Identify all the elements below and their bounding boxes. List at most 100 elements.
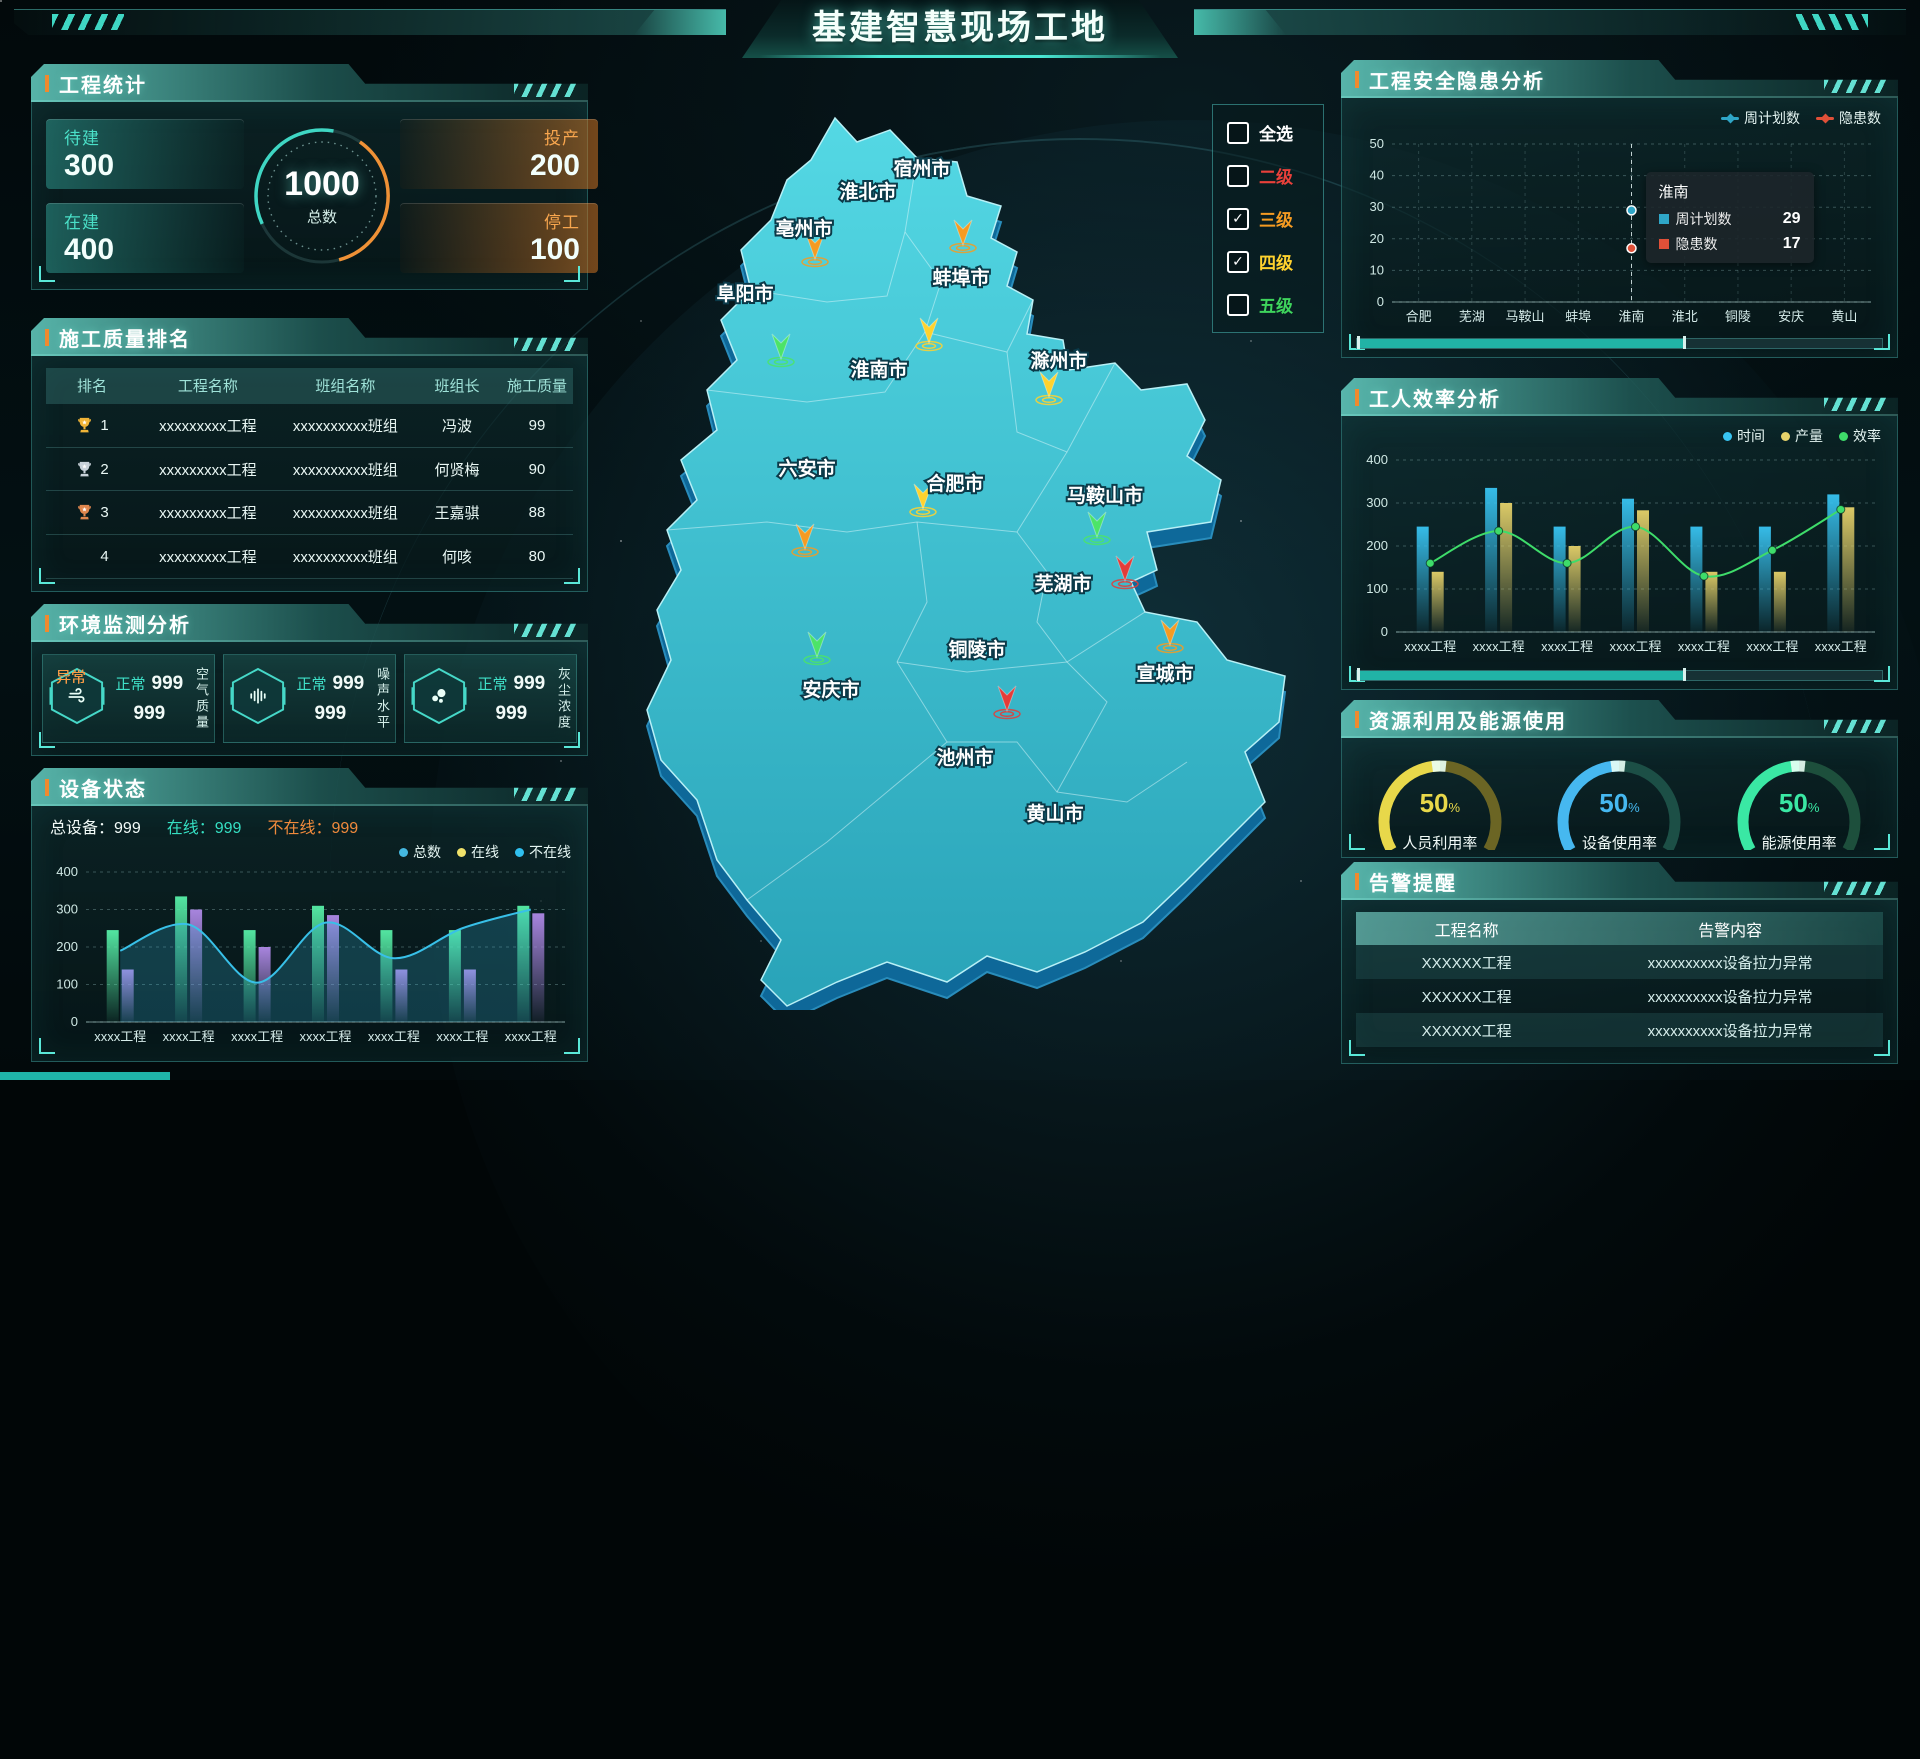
tooltip-series-name: 周计划数 — [1676, 209, 1732, 229]
stat-label: 投产 — [544, 124, 580, 149]
filter-option-全选[interactable]: 全选 — [1213, 111, 1323, 154]
map-city-label-铜陵市[interactable]: 铜陵市 — [948, 638, 1005, 661]
svg-text:合肥: 合肥 — [1406, 309, 1432, 324]
alarm-content-cell: xxxxxxxxxx设备拉力异常 — [1577, 1020, 1883, 1041]
legend-item-产量[interactable]: 产量 — [1781, 426, 1823, 446]
project-name-cell: xxxxxxxxx工程 — [138, 415, 278, 436]
svg-text:xxxx工程: xxxx工程 — [368, 1029, 420, 1044]
datazoom-handle[interactable] — [1683, 336, 1686, 349]
leader-cell: 何咳 — [413, 546, 501, 567]
datazoom-slider[interactable] — [1356, 670, 1883, 681]
legend-item-在线[interactable]: 在线 — [457, 842, 499, 862]
legend-item-不在线[interactable]: 不在线 — [515, 842, 571, 862]
map-city-label-宣城市[interactable]: 宣城市 — [1136, 662, 1193, 685]
page-title: 基建智慧现场工地 — [742, 0, 1178, 56]
panel-header: 设备状态 — [31, 768, 588, 806]
panel-body: 工程名称告警内容XXXXXX工程xxxxxxxxxx设备拉力异常XXXXXX工程… — [1341, 900, 1898, 1064]
device-stat-在线: 在线：999 — [167, 814, 242, 838]
datazoom-handle[interactable] — [1357, 668, 1360, 681]
slashes-icon — [1796, 14, 1868, 30]
alarm-row: XXXXXX工程xxxxxxxxxx设备拉力异常 — [1356, 1013, 1883, 1047]
project-name-cell: xxxxxxxxx工程 — [138, 459, 278, 480]
filter-option-二级[interactable]: 二级 — [1213, 154, 1323, 197]
table-row: 1xxxxxxxxx工程xxxxxxxxxx班组冯波99 — [46, 404, 573, 448]
tooltip-title: 淮南 — [1659, 181, 1801, 202]
legend-diamond-icon — [1725, 113, 1735, 123]
map-city-label-淮北市[interactable]: 淮北市 — [839, 180, 896, 203]
score-cell: 90 — [501, 461, 573, 478]
legend-item-总数[interactable]: 总数 — [399, 842, 441, 862]
panel-project-stats: 工程统计 待建300在建4001000总数投产200停工100 — [31, 64, 588, 290]
device-stat-label: 在线： — [167, 820, 215, 837]
datazoom-handle[interactable] — [1357, 336, 1360, 349]
safety-chart: 01020304050合肥芜湖马鞍山蚌埠淮南淮北铜陵安庆黄山淮南周计划数29隐患… — [1356, 134, 1883, 330]
legend-label: 总数 — [413, 842, 441, 862]
panel-title: 环境监测分析 — [59, 609, 191, 638]
checkbox-icon[interactable]: ✓ — [1227, 251, 1249, 273]
gauge-value: 50% — [1531, 788, 1707, 819]
filter-label: 全选 — [1259, 120, 1293, 145]
map-city-label-宿州市[interactable]: 宿州市 — [893, 157, 950, 180]
legend-diamond-icon — [1820, 113, 1830, 123]
map-city-label-马鞍山市[interactable]: 马鞍山市 — [1067, 484, 1143, 507]
map-city-label-淮南市[interactable]: 淮南市 — [850, 358, 907, 381]
donut-total-value: 1000 — [284, 165, 360, 204]
map-city-label-安庆市[interactable]: 安庆市 — [802, 678, 859, 701]
filter-option-四级[interactable]: ✓四级 — [1213, 240, 1323, 283]
legend-label: 不在线 — [529, 842, 571, 862]
legend-dot-icon — [457, 848, 466, 857]
datazoom-fill[interactable] — [1357, 671, 1683, 680]
gauge-label: 设备使用率 — [1531, 832, 1707, 853]
map-city-label-芜湖市[interactable]: 芜湖市 — [1034, 572, 1091, 595]
rank-cell: 4 — [46, 548, 138, 565]
legend-item-时间[interactable]: 时间 — [1723, 426, 1765, 446]
map-city-label-蚌埠市[interactable]: 蚌埠市 — [932, 266, 989, 289]
svg-text:0: 0 — [1381, 624, 1388, 639]
svg-text:0: 0 — [1377, 294, 1384, 309]
panel-safety-analysis: 工程安全隐患分析 周计划数隐患数 01020304050合肥芜湖马鞍山蚌埠淮南淮… — [1341, 60, 1898, 358]
checkbox-icon[interactable] — [1227, 122, 1249, 144]
svg-text:100: 100 — [56, 977, 78, 992]
datazoom-fill[interactable] — [1357, 339, 1683, 348]
filter-option-三级[interactable]: ✓三级 — [1213, 197, 1323, 240]
alarm-project-cell: XXXXXX工程 — [1356, 986, 1577, 1007]
panel-header: 工人效率分析 — [1341, 378, 1898, 416]
checkbox-icon[interactable]: ✓ — [1227, 208, 1249, 230]
map-city-label-池州市[interactable]: 池州市 — [936, 746, 993, 769]
legend-item-周计划数[interactable]: 周计划数 — [1721, 108, 1800, 128]
donut-center: 1000总数 — [284, 165, 360, 227]
filter-label: 二级 — [1259, 163, 1293, 188]
svg-text:30: 30 — [1370, 199, 1384, 214]
svg-text:400: 400 — [1366, 452, 1388, 467]
map-city-label-黄山市[interactable]: 黄山市 — [1026, 802, 1083, 825]
panel-header: 告警提醒 — [1341, 862, 1898, 900]
alarm-table: 工程名称告警内容XXXXXX工程xxxxxxxxxx设备拉力异常XXXXXX工程… — [1356, 912, 1883, 1051]
quality-table-header: 排名工程名称班组名称班组长施工质量 — [46, 368, 573, 404]
filter-option-五级[interactable]: 五级 — [1213, 283, 1323, 326]
gauge-value: 50% — [1352, 788, 1528, 819]
score-cell: 80 — [501, 548, 573, 565]
legend-label: 隐患数 — [1839, 108, 1881, 128]
gauge-unit: % — [1808, 800, 1820, 815]
map-city-label-合肥市[interactable]: 合肥市 — [926, 472, 983, 495]
datazoom-slider[interactable] — [1356, 338, 1883, 349]
svg-text:淮北: 淮北 — [1672, 309, 1698, 324]
map-city-label-阜阳市[interactable]: 阜阳市 — [716, 282, 773, 305]
svg-text:xxxx工程: xxxx工程 — [1815, 639, 1867, 654]
legend-item-效率[interactable]: 效率 — [1839, 426, 1881, 446]
map-city-label-六安市[interactable]: 六安市 — [778, 457, 835, 480]
panel-header: 工程安全隐患分析 — [1341, 60, 1898, 98]
checkbox-icon[interactable] — [1227, 165, 1249, 187]
slashes-icon — [52, 14, 124, 30]
map-city-label-滁州市[interactable]: 滁州市 — [1030, 349, 1087, 372]
map-city-label-亳州市[interactable]: 亳州市 — [775, 217, 832, 240]
datazoom-handle[interactable] — [1683, 668, 1686, 681]
legend-item-隐患数[interactable]: 隐患数 — [1816, 108, 1881, 128]
panel-body: 总设备：999在线：999不在线：999 总数在线不在线 01002003004… — [31, 806, 588, 1062]
gauges-row: 50%人员利用率50%设备使用率50%能源使用率 — [1350, 742, 1889, 853]
svg-text:xxxx工程: xxxx工程 — [1541, 639, 1593, 654]
environment-cards: 正常999异常999空气质量正常999异常999噪声水平正常999异常999灰尘… — [42, 654, 577, 743]
slashes-icon — [514, 786, 578, 801]
checkbox-icon[interactable] — [1227, 294, 1249, 316]
panel-title: 设备状态 — [59, 773, 147, 802]
